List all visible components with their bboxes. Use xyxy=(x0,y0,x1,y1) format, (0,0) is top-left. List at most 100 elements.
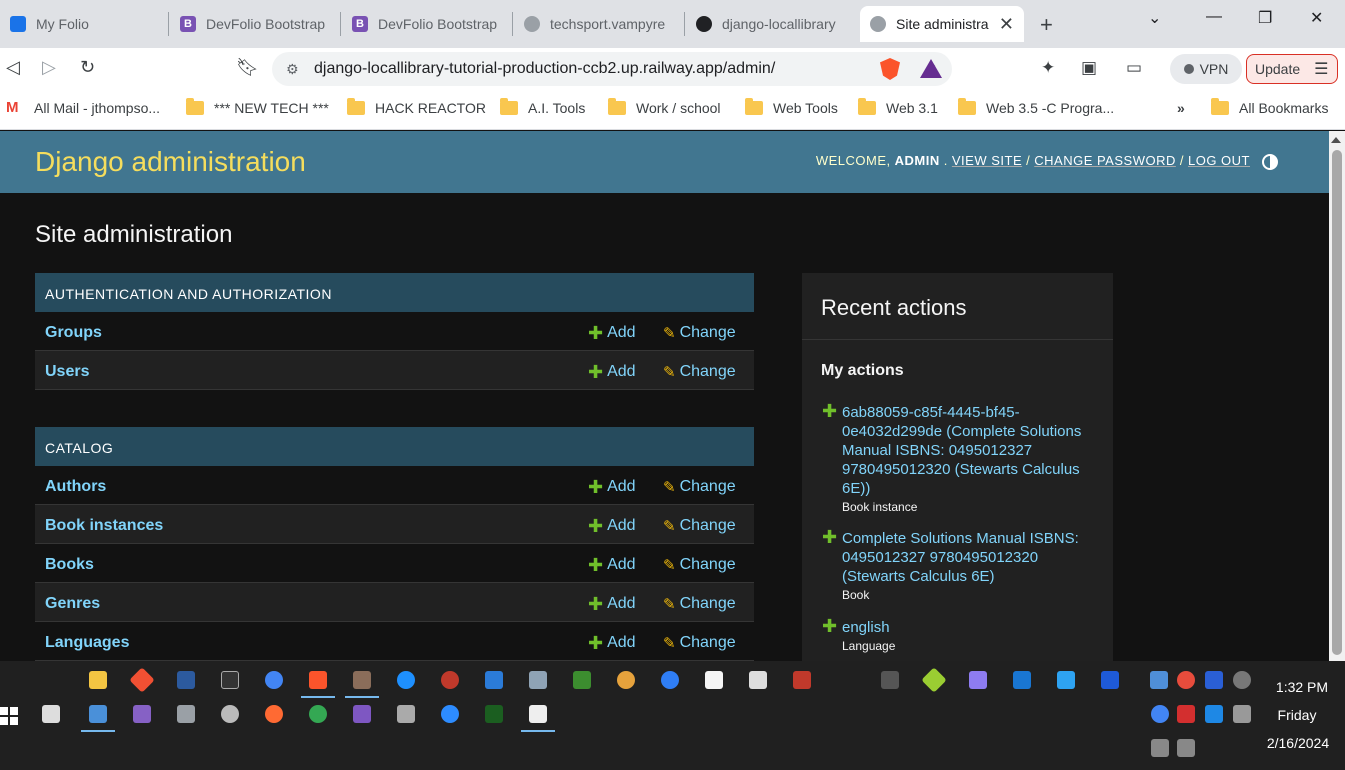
minimize-icon[interactable]: — xyxy=(1206,8,1222,26)
back-icon[interactable]: ◁ xyxy=(6,57,20,78)
app-icon[interactable] xyxy=(441,671,459,689)
tab-django-locallibrary[interactable]: django-locallibrary xyxy=(686,6,858,42)
app-icon[interactable] xyxy=(617,671,635,689)
tab-search-chevron-icon[interactable]: ⌄ xyxy=(1148,8,1161,28)
app-tray-icon[interactable] xyxy=(1177,705,1195,723)
scroll-up-arrow-icon[interactable] xyxy=(1331,137,1341,143)
bookmark-web-3-5[interactable]: Web 3.5 -C Progra... xyxy=(958,98,1114,116)
chrome-icon[interactable] xyxy=(309,705,327,723)
bookmark-hack-reactor[interactable]: HACK REACTOR xyxy=(347,98,486,116)
app-icon[interactable] xyxy=(529,671,547,689)
recent-action-link[interactable]: 6ab88059-c85f-4445-bf45-0e4032d299de (Co… xyxy=(842,403,1097,498)
address-bar[interactable]: ⚙ django-locallibrary-tutorial-productio… xyxy=(272,52,952,86)
clock-date[interactable]: 2/16/2024 xyxy=(1258,735,1338,751)
bookmark-ai-tools[interactable]: A.I. Tools xyxy=(500,98,585,116)
change-genres-link[interactable]: ✎ Change xyxy=(663,595,736,613)
zoom-icon[interactable] xyxy=(441,705,459,723)
scrollbar-thumb[interactable] xyxy=(1332,150,1342,655)
bookmark-web-tools[interactable]: Web Tools xyxy=(745,98,838,116)
add-authors-link[interactable]: ✚ Add xyxy=(588,478,636,496)
recent-action-link[interactable]: english xyxy=(842,618,1097,637)
app-icon[interactable] xyxy=(353,705,371,723)
bookmark-work-school[interactable]: Work / school xyxy=(608,98,721,116)
sidebar-icon[interactable]: ▣ xyxy=(1081,58,1097,78)
reload-icon[interactable]: ↻ xyxy=(80,57,95,78)
add-books-link[interactable]: ✚ Add xyxy=(588,556,636,574)
theme-toggle-icon[interactable] xyxy=(1262,154,1278,170)
tab-techsport[interactable]: techsport.vampyre xyxy=(514,6,684,42)
model-link-users[interactable]: Users xyxy=(45,363,89,381)
update-button[interactable]: Update ☰ xyxy=(1246,54,1338,84)
app-icon[interactable] xyxy=(921,667,947,693)
app-icon[interactable] xyxy=(1233,671,1251,689)
font-icon[interactable] xyxy=(881,671,899,689)
module-caption[interactable]: CATALOG xyxy=(35,427,754,466)
model-link-book-instances[interactable]: Book instances xyxy=(45,517,163,535)
app-icon[interactable] xyxy=(345,671,379,698)
visual-studio-icon[interactable] xyxy=(133,705,151,723)
bookmark-all-mail[interactable]: M All Mail - jthompso... xyxy=(6,100,160,116)
file-explorer-icon[interactable] xyxy=(89,671,107,689)
model-link-authors[interactable]: Authors xyxy=(45,478,106,496)
restore-icon[interactable]: ❐ xyxy=(1258,8,1272,28)
model-link-books[interactable]: Books xyxy=(45,556,94,574)
tab-devfolio-2[interactable]: B DevFolio Bootstrap xyxy=(342,6,512,42)
filezilla-icon[interactable] xyxy=(793,671,811,689)
model-link-languages[interactable]: Languages xyxy=(45,634,129,652)
bookmark-new-tech[interactable]: *** NEW TECH *** xyxy=(186,98,329,116)
recent-action-link[interactable]: Complete Solutions Manual ISBNS: 0495012… xyxy=(842,529,1097,586)
vpn-button[interactable]: VPN xyxy=(1170,54,1242,84)
change-book-instances-link[interactable]: ✎ Change xyxy=(663,517,736,535)
all-bookmarks[interactable]: All Bookmarks xyxy=(1211,98,1328,116)
app-icon[interactable] xyxy=(177,705,195,723)
log-out-link[interactable]: LOG OUT xyxy=(1188,153,1250,168)
vscode-icon[interactable] xyxy=(1057,671,1075,689)
volume-icon[interactable] xyxy=(1177,739,1195,757)
new-tab-icon[interactable]: + xyxy=(1040,12,1053,38)
module-caption[interactable]: AUTHENTICATION AND AUTHORIZATION xyxy=(35,273,754,312)
site-branding[interactable]: Django administration xyxy=(35,146,306,178)
terminal-icon[interactable] xyxy=(221,671,239,689)
change-groups-link[interactable]: ✎ Change xyxy=(663,324,736,342)
windows-start-icon[interactable] xyxy=(0,707,18,725)
brave-rewards-icon[interactable] xyxy=(920,59,942,78)
clock-time[interactable]: 1:32 PM xyxy=(1262,679,1342,695)
change-users-link[interactable]: ✎ Change xyxy=(663,363,736,381)
app-icon[interactable] xyxy=(485,671,503,689)
change-password-link[interactable]: CHANGE PASSWORD xyxy=(1034,153,1176,168)
change-authors-link[interactable]: ✎ Change xyxy=(663,478,736,496)
view-site-link[interactable]: VIEW SITE xyxy=(952,153,1022,168)
app-icon[interactable] xyxy=(1101,671,1119,689)
add-languages-link[interactable]: ✚ Add xyxy=(588,634,636,652)
git-icon[interactable] xyxy=(129,667,155,693)
tab-my-folio[interactable]: My Folio xyxy=(0,6,168,42)
photos-icon[interactable] xyxy=(521,705,555,732)
forward-icon[interactable]: ▷ xyxy=(42,57,56,78)
app-icon[interactable] xyxy=(1177,671,1195,689)
usb-icon[interactable] xyxy=(1233,705,1251,723)
site-settings-icon[interactable]: ⚙ xyxy=(286,61,306,78)
app-icon[interactable] xyxy=(705,671,723,689)
safari-icon[interactable] xyxy=(397,671,415,689)
model-link-genres[interactable]: Genres xyxy=(45,595,100,613)
wifi-icon[interactable] xyxy=(1151,739,1169,757)
add-genres-link[interactable]: ✚ Add xyxy=(588,595,636,613)
add-book-instances-link[interactable]: ✚ Add xyxy=(588,517,636,535)
task-view-icon[interactable] xyxy=(42,705,60,723)
chromium-icon[interactable] xyxy=(265,671,283,689)
model-link-groups[interactable]: Groups xyxy=(45,324,102,342)
app-icon[interactable] xyxy=(1150,671,1168,689)
settings-icon[interactable] xyxy=(221,705,239,723)
chat-icon[interactable] xyxy=(661,671,679,689)
brave-taskbar-icon[interactable] xyxy=(301,671,335,698)
extensions-icon[interactable]: ✦ xyxy=(1041,58,1055,78)
powershell-icon[interactable] xyxy=(177,671,195,689)
postman-icon[interactable] xyxy=(265,705,283,723)
tab-devfolio-1[interactable]: B DevFolio Bootstrap xyxy=(170,6,340,42)
app-icon[interactable] xyxy=(485,705,503,723)
change-books-link[interactable]: ✎ Change xyxy=(663,556,736,574)
clock-day[interactable]: Friday xyxy=(1262,707,1332,723)
app-icon[interactable] xyxy=(81,705,115,732)
change-languages-link[interactable]: ✎ Change xyxy=(663,634,736,652)
url-text[interactable]: django-locallibrary-tutorial-production-… xyxy=(314,60,775,78)
